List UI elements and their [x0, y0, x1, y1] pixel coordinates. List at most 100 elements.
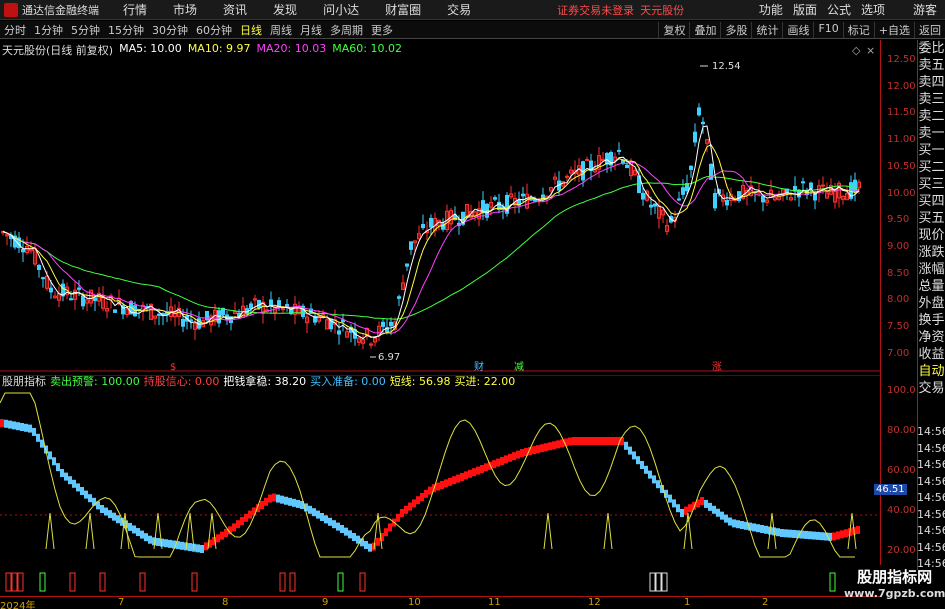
close-icon[interactable]: × — [866, 44, 875, 57]
ribbon-segment — [248, 510, 252, 519]
date-label: 2 — [762, 597, 769, 608]
menu-news[interactable]: 资讯 — [223, 1, 247, 18]
ribbon-segment — [88, 494, 92, 503]
menu-options[interactable]: 选项 — [861, 1, 885, 18]
ribbon-segment — [480, 465, 484, 473]
mark-button[interactable]: 标记 — [842, 21, 874, 38]
ribbon-segment — [388, 523, 392, 532]
ribbon-segment — [32, 427, 36, 436]
tab-15min[interactable]: 15分钟 — [104, 22, 148, 38]
ribbon-segment — [780, 529, 784, 537]
candle-body — [697, 107, 701, 116]
candle-body — [49, 287, 53, 293]
side-label[interactable]: 卖二 — [918, 108, 945, 125]
overlay-button[interactable]: 叠加 — [689, 21, 720, 38]
ribbon-segment — [704, 499, 708, 508]
ribbon-segment — [612, 437, 616, 445]
trade-label[interactable]: 交易 — [918, 380, 945, 397]
side-label[interactable]: 卖五 — [918, 57, 945, 74]
tab-5min[interactable]: 5分钟 — [67, 22, 104, 38]
side-label[interactable]: 买一 — [918, 142, 945, 159]
ribbon-segment — [12, 421, 16, 430]
indicator-tick: 80.00 — [887, 425, 916, 436]
tab-more[interactable]: 更多 — [367, 22, 397, 38]
ribbon-segment — [100, 505, 104, 513]
ribbon-segment — [792, 529, 796, 538]
candle-body — [93, 297, 97, 302]
menu-discover[interactable]: 发现 — [273, 1, 297, 18]
price-tick: 10.50 — [887, 160, 916, 172]
ribbon-segment — [740, 521, 744, 529]
stats-button[interactable]: 统计 — [751, 21, 782, 38]
time-entry: 14:56 — [917, 425, 945, 438]
ribbon-segment — [516, 450, 520, 459]
draw-line-button[interactable]: 画线 — [782, 21, 813, 38]
price-tick: 7.50 — [887, 321, 910, 332]
side-label[interactable]: 换手 — [918, 312, 945, 329]
ribbon-segment — [348, 530, 352, 539]
event-marker-reduce[interactable]: 减 — [514, 361, 524, 373]
event-marker-rise[interactable]: 涨 — [712, 361, 722, 373]
side-label[interactable]: 收益 — [918, 346, 945, 363]
signal-bar — [649, 572, 656, 592]
guest-button[interactable]: 游客 — [913, 1, 937, 18]
side-label[interactable]: 涨幅 — [918, 261, 945, 278]
ribbon-segment — [84, 490, 88, 499]
candle-body — [21, 248, 25, 253]
f10-button[interactable]: F10 — [813, 21, 842, 38]
menu-function[interactable]: 功能 — [759, 1, 783, 18]
indicator-tick: 20.00 — [887, 545, 916, 556]
side-label[interactable]: 买五 — [918, 210, 945, 227]
candle-body — [853, 179, 857, 193]
side-label[interactable]: 卖三 — [918, 91, 945, 108]
side-label[interactable]: 外盘 — [918, 295, 945, 312]
ribbon-segment — [224, 529, 228, 537]
event-marker-finance[interactable]: 财 — [474, 360, 484, 373]
side-label[interactable]: 买二 — [918, 159, 945, 176]
menu-market-quotes[interactable]: 行情 — [123, 1, 147, 18]
side-label[interactable]: 现价 — [918, 227, 945, 244]
auto-trade-toggle[interactable]: 自动 — [918, 363, 945, 380]
tab-monthly[interactable]: 月线 — [296, 22, 326, 38]
settings-diamond-icon[interactable]: ◇ — [852, 44, 861, 57]
tab-60min[interactable]: 60分钟 — [192, 22, 236, 38]
tab-weekly[interactable]: 周线 — [266, 22, 296, 38]
add-watchlist-button[interactable]: +自选 — [873, 21, 914, 38]
tab-daily[interactable]: 日线 — [236, 22, 266, 38]
date-label: 10 — [408, 597, 421, 608]
ribbon-segment — [4, 419, 8, 428]
menu-trade[interactable]: 交易 — [447, 1, 471, 18]
side-label[interactable]: 买三 — [918, 176, 945, 193]
ribbon-segment — [80, 487, 84, 495]
side-label[interactable]: 涨跌 — [918, 244, 945, 261]
side-label[interactable]: 净资 — [918, 329, 945, 346]
menu-formula[interactable]: 公式 — [827, 1, 851, 18]
price-tick: 12.00 — [887, 80, 916, 92]
login-warning[interactable]: 证券交易未登录 — [557, 2, 634, 18]
ribbon-segment — [260, 501, 264, 509]
side-label[interactable]: 委比 — [918, 40, 945, 57]
tab-1min[interactable]: 1分钟 — [30, 22, 67, 38]
time-entry: 14:56 — [917, 507, 945, 521]
ribbon-segment — [716, 508, 720, 517]
side-label[interactable]: 总量 — [918, 278, 945, 295]
side-label[interactable]: 卖四 — [918, 74, 945, 91]
ribbon-segment — [836, 531, 840, 540]
candle-body — [653, 203, 657, 207]
menu-wealth[interactable]: 财富圈 — [385, 1, 421, 18]
side-label[interactable]: 卖一 — [918, 125, 945, 142]
date-label: 9 — [322, 597, 329, 608]
menu-layout[interactable]: 版面 — [793, 1, 817, 18]
event-marker-dollar[interactable]: $ — [170, 362, 176, 373]
menu-ask[interactable]: 问小达 — [323, 1, 359, 18]
tab-30min[interactable]: 30分钟 — [148, 22, 192, 38]
tab-intraday[interactable]: 分时 — [0, 22, 30, 38]
adjust-button[interactable]: 复权 — [658, 21, 689, 38]
side-label[interactable]: 买四 — [918, 193, 945, 210]
tab-multi-period[interactable]: 多周期 — [326, 22, 367, 38]
back-button[interactable]: 返回 — [914, 21, 945, 38]
ribbon-segment — [116, 515, 120, 524]
multi-stock-button[interactable]: 多股 — [720, 21, 751, 38]
signal-bar — [39, 572, 46, 592]
menu-market[interactable]: 市场 — [173, 1, 197, 18]
